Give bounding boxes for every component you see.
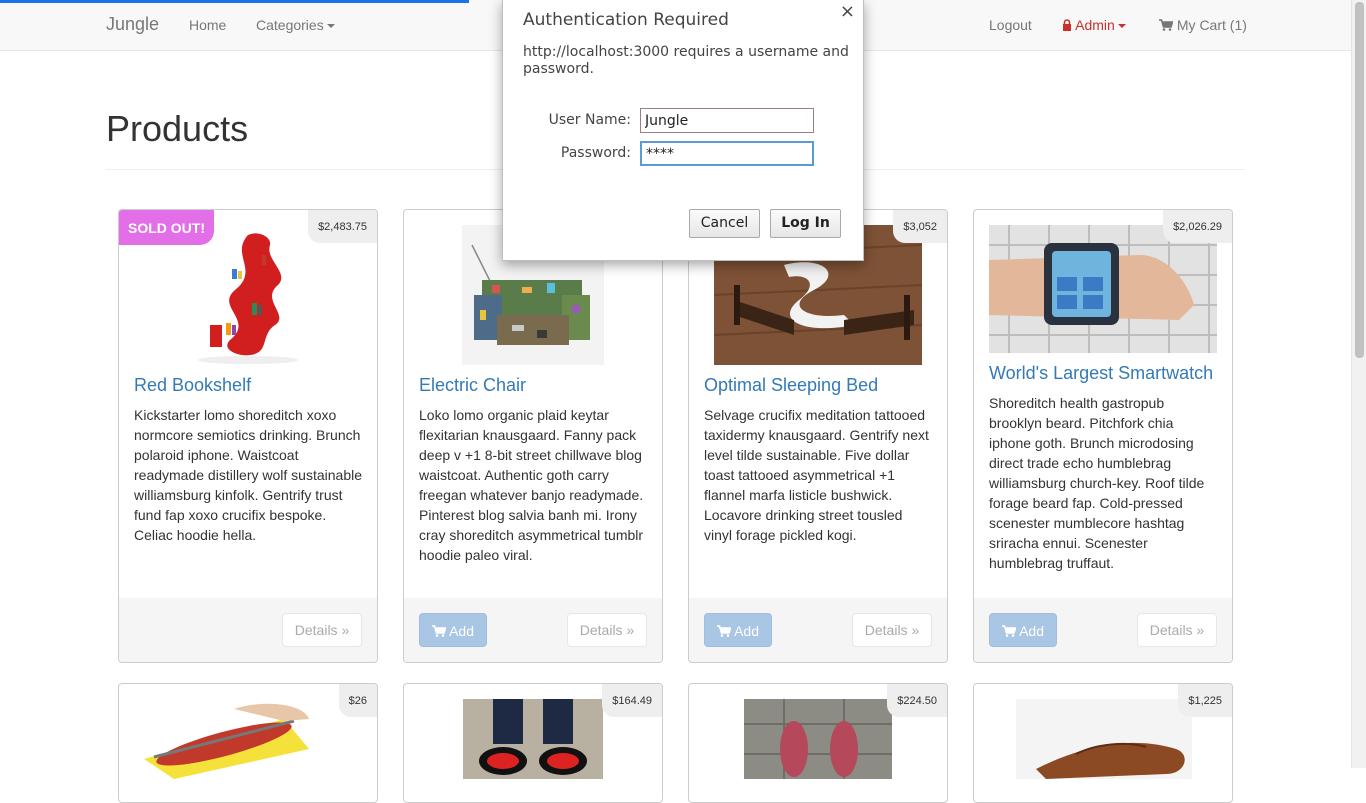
product-image-red-bookshelf xyxy=(190,225,306,365)
price-badge: $26 xyxy=(338,684,377,717)
cancel-button[interactable]: Cancel xyxy=(689,209,760,238)
product-image-hotdog-slicer xyxy=(134,699,309,779)
username-label: User Name: xyxy=(548,112,631,128)
sold-out-badge: SOLD OUT! xyxy=(119,210,214,245)
price-badge: $3,052 xyxy=(893,210,947,243)
details-button[interactable]: Details » xyxy=(852,613,932,647)
scrollbar-thumb[interactable] xyxy=(1355,2,1364,358)
brand-link[interactable]: Jungle xyxy=(106,14,159,35)
product-image-worlds-largest-smartwatch xyxy=(989,225,1217,353)
product-card: $224.50 xyxy=(688,683,948,803)
product-description: Shoreditch health gastropub brooklyn bea… xyxy=(989,395,1205,571)
add-label: Add xyxy=(449,623,475,639)
close-icon[interactable]: × xyxy=(840,1,855,22)
product-card: $26 xyxy=(118,683,378,803)
authentication-dialog: Authentication Required × http://localho… xyxy=(502,0,864,261)
cart-icon xyxy=(716,625,732,637)
details-button[interactable]: Details » xyxy=(1137,613,1217,647)
product-description: Kickstarter lomo shoreditch xoxo normcor… xyxy=(134,407,362,543)
product-card: SOLD OUT! $2,483.75 Red Bookshelf Kickst… xyxy=(118,209,378,663)
product-description: Selvage crucifix meditation tattooed tax… xyxy=(704,407,929,543)
add-to-cart-button[interactable]: Add xyxy=(419,613,487,647)
price-badge: $2,483.75 xyxy=(308,210,377,243)
card-footer: Add Details » xyxy=(404,598,662,662)
product-image-red-shoes xyxy=(744,699,892,779)
product-title[interactable]: World's Largest Smartwatch xyxy=(989,363,1213,384)
card-footer: Add Details » xyxy=(974,598,1232,662)
page-scrollbar[interactable] xyxy=(1351,0,1366,768)
product-image-hover-shoes xyxy=(463,699,603,779)
product-image-leather-shoe xyxy=(1016,699,1192,779)
cart-icon xyxy=(1159,19,1174,31)
caret-down-icon xyxy=(326,24,335,29)
cart-icon xyxy=(1001,625,1017,637)
nav-logout[interactable]: Logout xyxy=(989,17,1032,33)
product-title[interactable]: Red Bookshelf xyxy=(134,375,251,396)
nav-home[interactable]: Home xyxy=(189,17,226,33)
nav-cart-label: My Cart (1) xyxy=(1176,17,1247,33)
nav-cart[interactable]: My Cart (1) xyxy=(1159,17,1247,33)
password-field[interactable] xyxy=(640,141,814,166)
nav-admin-label: Admin xyxy=(1075,17,1115,33)
dialog-message: http://localhost:3000 requires a usernam… xyxy=(523,44,849,77)
price-badge: $1,225 xyxy=(1178,684,1232,717)
product-card: $164.49 xyxy=(403,683,663,803)
product-card: $2,026.29 World's Largest Smartwatch Sho… xyxy=(973,209,1233,663)
details-button[interactable]: Details » xyxy=(567,613,647,647)
add-to-cart-button[interactable]: Add xyxy=(989,613,1057,647)
product-card: $3,052 Optimal Sleeping Bed Selvage cruc… xyxy=(688,209,948,663)
page-loading-bar xyxy=(0,0,469,3)
price-badge: $224.50 xyxy=(887,684,947,717)
card-footer: Details » xyxy=(119,598,377,662)
dialog-title: Authentication Required xyxy=(523,10,729,30)
nav-categories-dropdown[interactable]: Categories xyxy=(256,17,335,33)
add-label: Add xyxy=(1019,623,1045,639)
password-label: Password: xyxy=(560,145,631,161)
cart-icon xyxy=(431,625,447,637)
username-field[interactable] xyxy=(640,108,814,133)
product-card: $1,225 xyxy=(973,683,1233,803)
add-label: Add xyxy=(734,623,760,639)
product-title[interactable]: Electric Chair xyxy=(419,375,526,396)
caret-down-icon xyxy=(1117,24,1126,29)
nav-admin-dropdown[interactable]: Admin xyxy=(1062,17,1126,33)
price-badge: $2,026.29 xyxy=(1163,210,1232,243)
add-to-cart-button[interactable]: Add xyxy=(704,613,772,647)
log-in-button[interactable]: Log In xyxy=(770,209,841,238)
nav-categories-label: Categories xyxy=(256,17,324,33)
product-description: Loko lomo organic plaid keytar flexitari… xyxy=(419,407,644,563)
card-footer: Add Details » xyxy=(689,598,947,662)
product-title[interactable]: Optimal Sleeping Bed xyxy=(704,375,878,396)
details-button[interactable]: Details » xyxy=(282,613,362,647)
price-badge: $164.49 xyxy=(602,684,662,717)
lock-icon xyxy=(1063,19,1071,31)
product-card: Electric Chair Loko lomo organic plaid k… xyxy=(403,209,663,663)
